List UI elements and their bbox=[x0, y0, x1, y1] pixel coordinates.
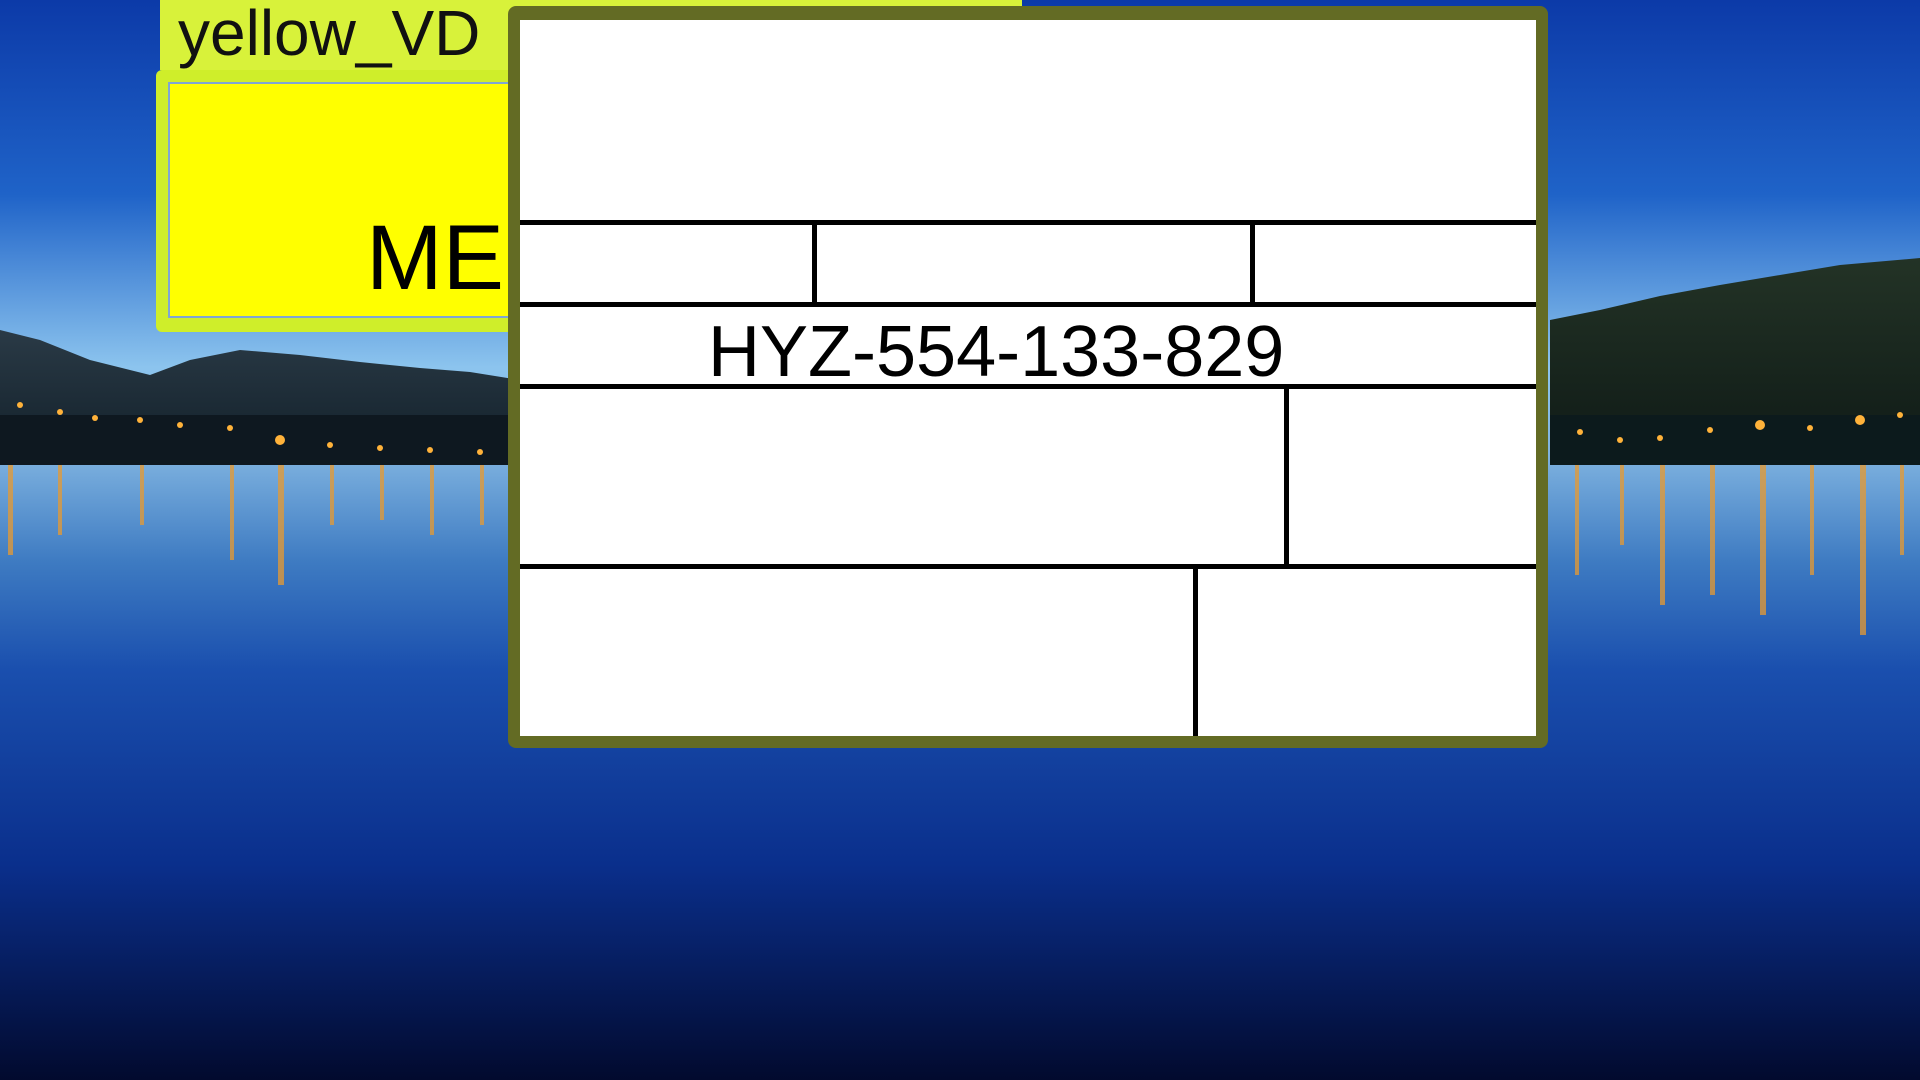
yellow-window-title: yellow_VD bbox=[178, 0, 481, 69]
grid-line bbox=[520, 302, 1536, 307]
form-cell-r2c2[interactable] bbox=[817, 225, 1250, 302]
form-cell-r2c3[interactable] bbox=[1255, 225, 1536, 302]
form-window[interactable]: HYZ-554-133-829 bbox=[508, 6, 1548, 748]
form-cell-r4c2[interactable] bbox=[1289, 389, 1536, 564]
id-code-cell: HYZ-554-133-829 bbox=[520, 312, 1536, 392]
form-cell-r4c1[interactable] bbox=[520, 389, 1284, 564]
id-code-text: HYZ-554-133-829 bbox=[708, 312, 1285, 392]
form-header-cell[interactable] bbox=[520, 20, 1536, 220]
form-cell-r5c2[interactable] bbox=[1198, 569, 1536, 736]
form-cell-r5c1[interactable] bbox=[520, 569, 1193, 736]
form-grid: HYZ-554-133-829 bbox=[520, 20, 1536, 736]
form-cell-r2c1[interactable] bbox=[520, 225, 812, 302]
